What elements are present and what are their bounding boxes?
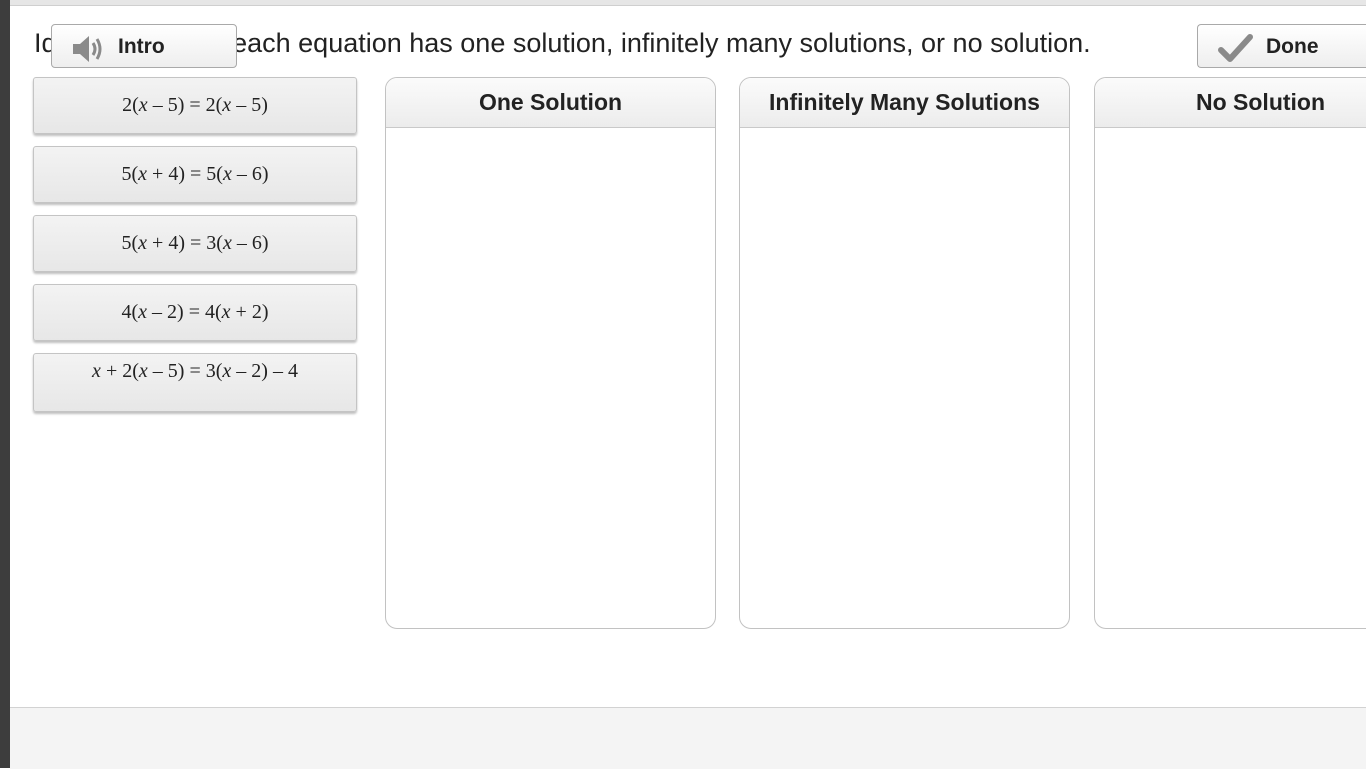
- equation-tile-3[interactable]: 5(x + 4) = 3(x – 6): [33, 215, 357, 272]
- done-button[interactable]: Done: [1197, 24, 1366, 68]
- equation-tile-1[interactable]: 2(x – 5) = 2(x – 5): [33, 77, 357, 134]
- speaker-icon: [70, 35, 106, 65]
- bin-dropzone-infinitely-many-solutions[interactable]: [740, 128, 1069, 628]
- equation-tile-2[interactable]: 5(x + 4) = 5(x – 6): [33, 146, 357, 203]
- top-border: [10, 0, 1366, 6]
- bin-header-no-solution: No Solution: [1095, 78, 1366, 128]
- bin-one-solution[interactable]: One Solution: [385, 77, 716, 629]
- bin-no-solution[interactable]: No Solution: [1094, 77, 1366, 629]
- bin-dropzone-one-solution[interactable]: [386, 128, 715, 628]
- check-icon: [1218, 34, 1254, 65]
- equation-text: 2(x – 5) = 2(x – 5): [122, 94, 268, 116]
- window-edge: [0, 0, 10, 768]
- equation-text: x + 2(x – 5) = 3(x – 2) – 4: [92, 360, 298, 382]
- done-button-label: Done: [1266, 35, 1319, 58]
- bin-header-infinitely-many-solutions: Infinitely Many Solutions: [740, 78, 1069, 128]
- equation-tile-4[interactable]: 4(x – 2) = 4(x + 2): [33, 284, 357, 341]
- equation-text: 5(x + 4) = 3(x – 6): [121, 232, 269, 254]
- intro-button[interactable]: Intro: [51, 24, 237, 68]
- footer-bar: [10, 707, 1366, 769]
- equation-text: 5(x + 4) = 5(x – 6): [121, 163, 269, 185]
- intro-button-label: Intro: [118, 35, 165, 58]
- equation-text: 4(x – 2) = 4(x + 2): [121, 301, 269, 323]
- equation-tile-5[interactable]: x + 2(x – 5) = 3(x – 2) – 4: [33, 353, 357, 412]
- bin-dropzone-no-solution[interactable]: [1095, 128, 1366, 628]
- bin-header-one-solution: One Solution: [386, 78, 715, 128]
- bin-infinitely-many-solutions[interactable]: Infinitely Many Solutions: [739, 77, 1070, 629]
